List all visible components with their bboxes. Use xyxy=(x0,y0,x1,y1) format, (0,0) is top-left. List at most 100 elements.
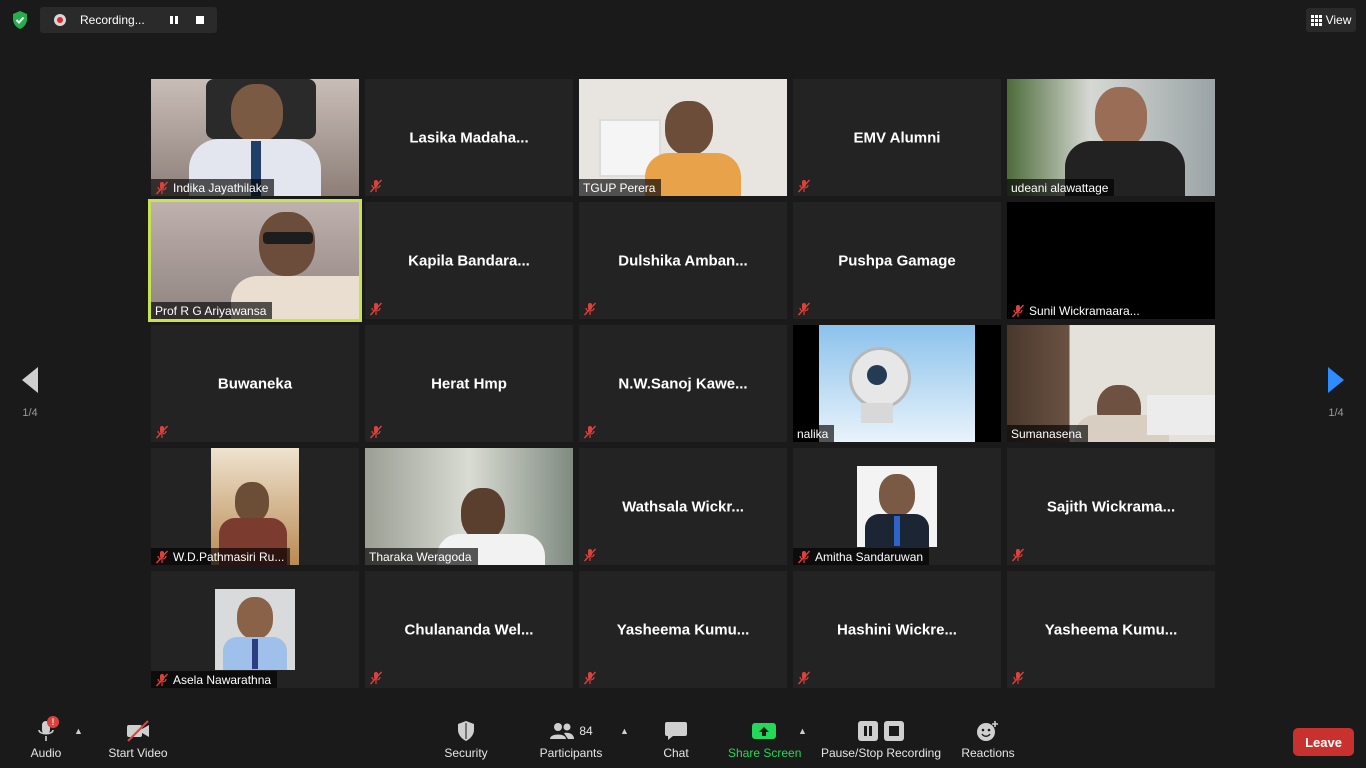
participant-name: Hashini Wickre... xyxy=(837,621,957,638)
participant-name: Buwaneka xyxy=(217,375,293,392)
participant-tile[interactable]: EMV Alumni xyxy=(793,79,1001,196)
participant-tile[interactable]: Sajith Wickrama... xyxy=(1007,448,1215,565)
participant-name: Kapila Bandara... xyxy=(408,252,530,269)
next-page-button[interactable]: 1/4 xyxy=(1316,366,1356,419)
participants-icon xyxy=(550,723,575,739)
participant-name-label: W.D.Pathmasiri Ru... xyxy=(151,548,291,565)
participant-name-label: Sunil Wickramaara... xyxy=(1007,302,1146,319)
participants-button[interactable]: 84 Participants xyxy=(538,718,604,760)
participant-tile[interactable]: N.W.Sanoj Kawe... xyxy=(579,325,787,442)
leave-button[interactable]: Leave xyxy=(1293,728,1354,756)
shield-icon xyxy=(458,721,474,741)
muted-mic-icon xyxy=(797,179,811,193)
participant-name: W.D.Pathmasiri Ru... xyxy=(173,549,285,564)
audio-button[interactable]: ! Audio xyxy=(24,716,68,760)
participant-tile[interactable]: Dulshika Amban... xyxy=(579,202,787,319)
participant-name-label: Amitha Sandaruwan xyxy=(793,548,930,565)
participant-name-label: udeani alawattage xyxy=(1007,179,1115,196)
chat-button[interactable]: Chat xyxy=(656,718,696,760)
participant-tile[interactable]: Herat Hmp xyxy=(365,325,573,442)
participant-name-label: TGUP Perera xyxy=(579,179,662,196)
participants-label: Participants xyxy=(539,746,603,760)
participant-name: Pushpa Gamage xyxy=(838,252,956,269)
participant-tile[interactable]: Prof R G Ariyawansa xyxy=(148,199,362,322)
pause-recording-button[interactable] xyxy=(164,10,184,30)
participant-tile[interactable]: Sumanasena xyxy=(1007,325,1215,442)
security-button[interactable]: Security xyxy=(442,718,490,760)
chat-label: Chat xyxy=(663,746,689,760)
participant-name: Wathsala Wickr... xyxy=(622,498,744,515)
pause-recording-icon xyxy=(858,721,878,741)
muted-mic-icon xyxy=(155,181,169,195)
muted-mic-icon xyxy=(797,671,811,685)
participant-name: EMV Alumni xyxy=(853,129,941,146)
stop-recording-icon xyxy=(884,721,904,741)
muted-mic-icon xyxy=(797,302,811,316)
participant-name: Lasika Madaha... xyxy=(409,129,529,146)
participant-tile[interactable]: Pushpa Gamage xyxy=(793,202,1001,319)
participant-tile[interactable]: Hashini Wickre... xyxy=(793,571,1001,688)
share-screen-button[interactable]: Share Screen xyxy=(728,718,802,760)
participant-tile[interactable]: udeani alawattage xyxy=(1007,79,1215,196)
muted-mic-icon xyxy=(797,550,811,564)
security-shield-icon[interactable] xyxy=(10,10,30,30)
participant-tile[interactable]: Yasheema Kumu... xyxy=(579,571,787,688)
participant-name: TGUP Perera xyxy=(583,180,656,195)
participant-tile[interactable]: Kapila Bandara... xyxy=(365,202,573,319)
participant-tile[interactable]: Amitha Sandaruwan xyxy=(793,448,1001,565)
participant-name: udeani alawattage xyxy=(1011,180,1109,195)
participant-tile[interactable]: Chulananda Wel... xyxy=(365,571,573,688)
stop-icon xyxy=(196,16,204,24)
participant-name: Indika Jayathilake xyxy=(173,180,269,195)
muted-mic-icon xyxy=(369,425,383,439)
participant-tile[interactable]: nalika xyxy=(793,325,1001,442)
muted-mic-icon xyxy=(369,179,383,193)
participant-name: Herat Hmp xyxy=(431,375,507,392)
stop-recording-button[interactable] xyxy=(190,10,210,30)
participant-name: Sumanasena xyxy=(1011,426,1082,441)
participant-name-label: Tharaka Weragoda xyxy=(365,548,478,565)
previous-page-button[interactable]: 1/4 xyxy=(10,366,50,419)
view-label: View xyxy=(1325,13,1352,27)
participant-tile[interactable]: Buwaneka xyxy=(151,325,359,442)
participant-name: Yasheema Kumu... xyxy=(616,621,750,638)
arrow-left-icon xyxy=(22,367,38,393)
participant-name: Asela Nawarathna xyxy=(173,672,272,687)
recording-label: Recording... xyxy=(80,13,145,27)
reactions-button[interactable]: Reactions xyxy=(960,718,1016,760)
emoji-add-icon xyxy=(977,721,998,741)
arrow-right-icon xyxy=(1328,367,1344,393)
participant-name: nalika xyxy=(797,426,829,441)
audio-alert-badge: ! xyxy=(47,716,59,728)
participant-name-label: Prof R G Ariyawansa xyxy=(151,302,273,319)
view-button[interactable]: View xyxy=(1306,8,1356,32)
muted-mic-icon xyxy=(369,671,383,685)
participant-name: Sunil Wickramaara... xyxy=(1029,303,1140,318)
recording-indicator: Recording... xyxy=(40,7,217,33)
participant-tile[interactable]: Tharaka Weragoda xyxy=(365,448,573,565)
participant-tile[interactable]: Asela Nawarathna xyxy=(151,571,359,688)
muted-mic-icon xyxy=(583,671,597,685)
participant-tile[interactable]: Sunil Wickramaara... xyxy=(1007,202,1215,319)
participant-tile[interactable]: Lasika Madaha... xyxy=(365,79,573,196)
participant-tile[interactable]: W.D.Pathmasiri Ru... xyxy=(151,448,359,565)
muted-mic-icon xyxy=(1011,548,1025,562)
muted-mic-icon xyxy=(155,425,169,439)
participant-name-label: Asela Nawarathna xyxy=(151,671,278,688)
participant-name: Amitha Sandaruwan xyxy=(815,549,924,564)
reactions-label: Reactions xyxy=(961,746,1015,760)
participants-options-caret-icon[interactable]: ▲ xyxy=(620,726,629,736)
muted-mic-icon xyxy=(369,302,383,316)
participant-name: N.W.Sanoj Kawe... xyxy=(618,375,748,392)
participant-tile[interactable]: Wathsala Wickr... xyxy=(579,448,787,565)
participant-tile[interactable]: TGUP Perera xyxy=(579,79,787,196)
start-video-button[interactable]: Start Video xyxy=(106,718,170,760)
share-options-caret-icon[interactable]: ▲ xyxy=(798,726,807,736)
muted-mic-icon xyxy=(1011,671,1025,685)
participant-tile[interactable]: Indika Jayathilake xyxy=(151,79,359,196)
audio-options-caret-icon[interactable]: ▲ xyxy=(74,726,83,736)
pause-stop-recording-button[interactable]: Pause/Stop Recording xyxy=(820,718,942,760)
chat-bubble-icon xyxy=(665,722,687,740)
participant-tile[interactable]: Yasheema Kumu... xyxy=(1007,571,1215,688)
share-screen-label: Share Screen xyxy=(728,746,802,760)
